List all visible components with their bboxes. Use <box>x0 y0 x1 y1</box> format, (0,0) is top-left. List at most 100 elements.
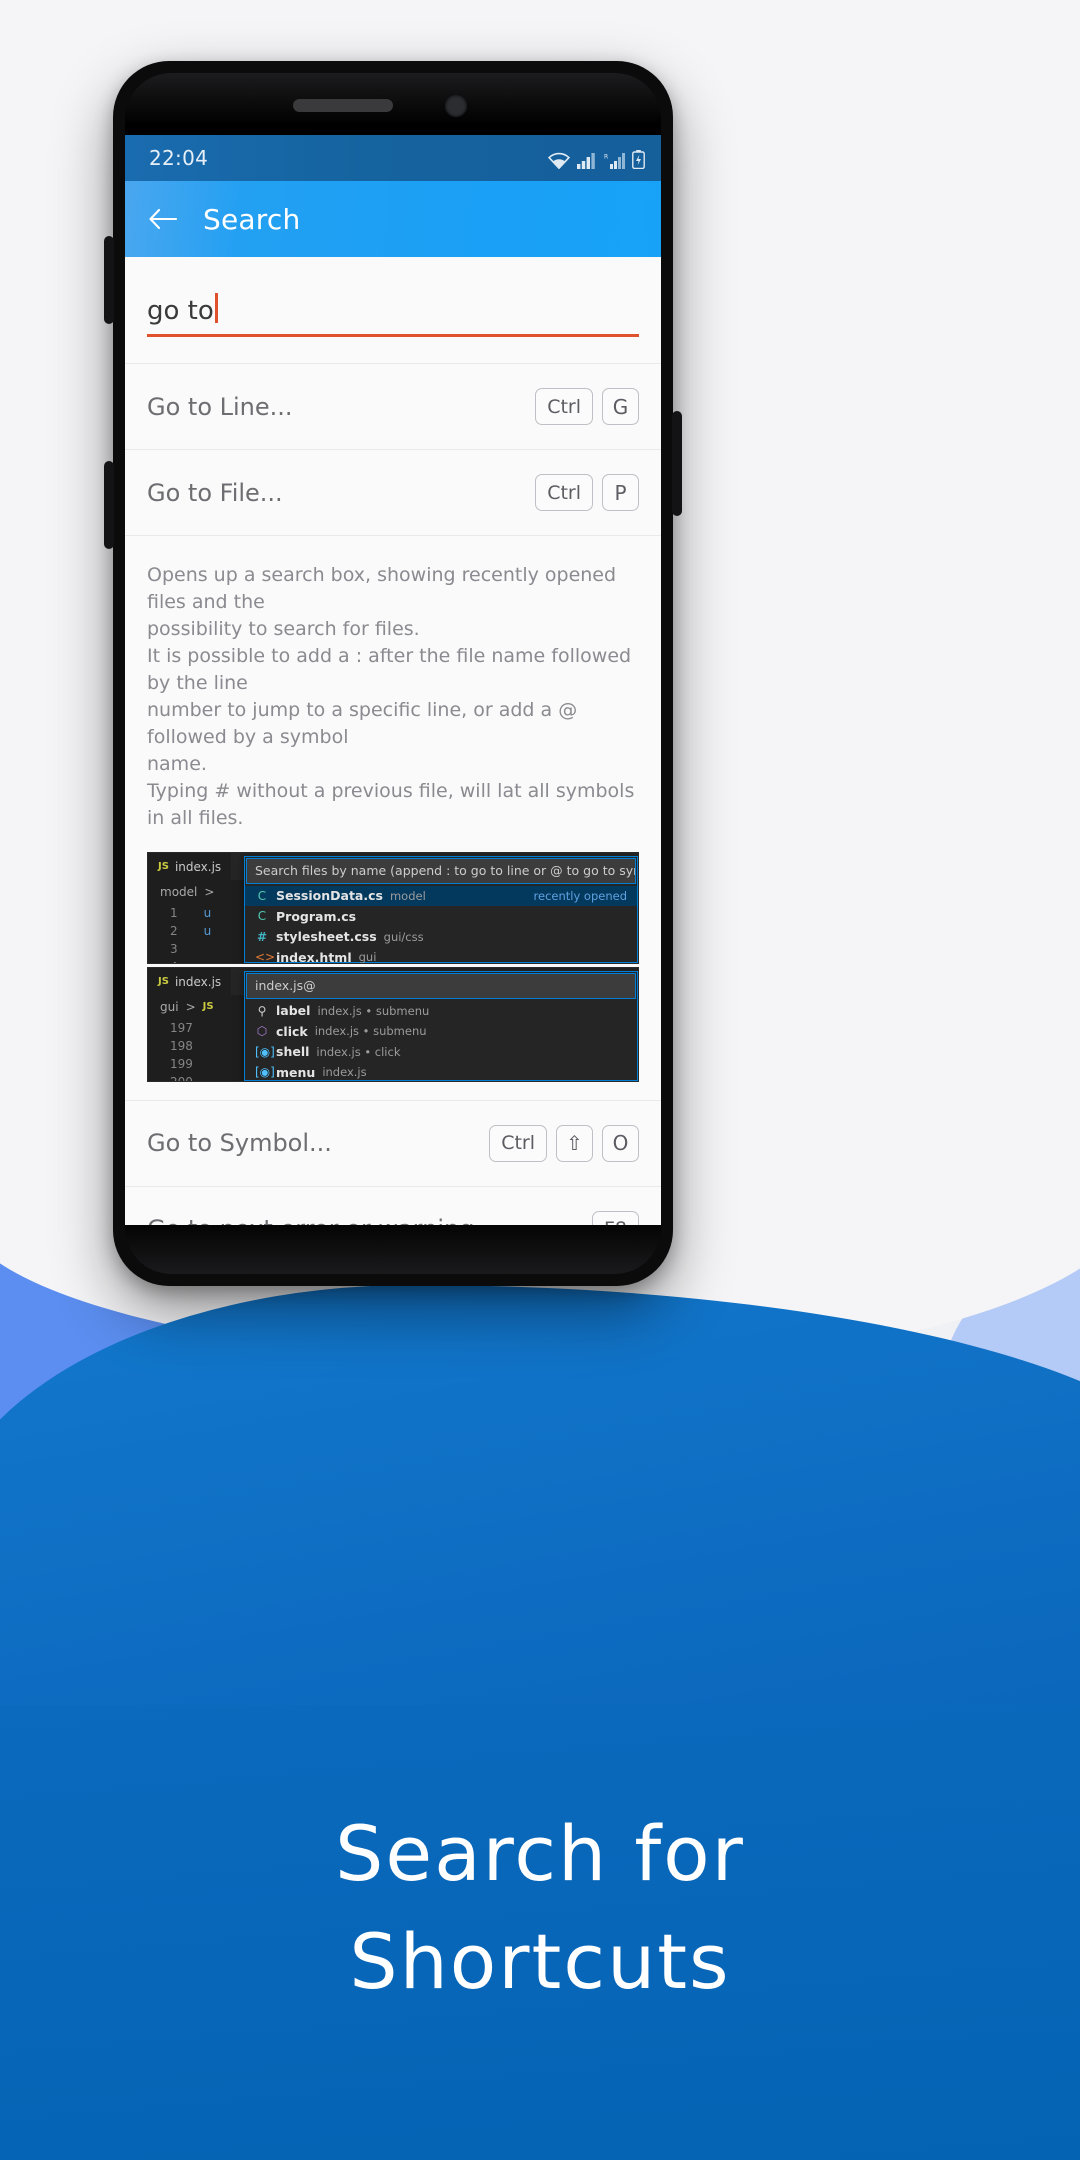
text-caret <box>214 293 218 323</box>
js-file-icon: JS <box>158 976 169 988</box>
shortcut-keys: Ctrl G <box>535 388 639 425</box>
search-input[interactable]: go to <box>147 289 639 337</box>
power-button[interactable] <box>672 411 682 516</box>
cube-symbol-icon: ⬡ <box>256 1024 268 1039</box>
shortcut-keys: F8 <box>591 1210 639 1225</box>
list-item[interactable]: Go to Symbol... Ctrl ⇧ O <box>125 1099 661 1186</box>
battery-icon <box>632 150 645 169</box>
volume-up-button[interactable] <box>104 236 114 324</box>
result-name: shell <box>276 1044 310 1060</box>
css-file-icon: # <box>256 929 268 944</box>
vscode-quickopen-symbol-screenshot: JS index.js gui > JS 197 198 199 200 ind… <box>147 966 639 1082</box>
shortcut-list: Go to Line... Ctrl G Go to File... Ctrl … <box>125 363 661 1225</box>
result-name: index.html <box>276 949 352 964</box>
js-file-icon: JS <box>158 861 169 873</box>
status-bar: 22:04 R <box>125 135 661 181</box>
search-input-value: go to <box>147 296 214 326</box>
phone-mockup: 22:04 R Search go to Go to Line... Ctrl … <box>104 61 682 1286</box>
result-meta: gui/css <box>383 929 424 944</box>
key-badge: Ctrl <box>489 1124 547 1162</box>
csharp-file-icon: C <box>257 888 267 903</box>
wifi-icon <box>548 152 570 169</box>
list-item[interactable]: Go to next error or warning F8 <box>125 1185 661 1225</box>
shortcut-keys: Ctrl ⇧ O <box>489 1124 639 1162</box>
vscode-tab: JS index.js <box>148 852 232 880</box>
line-number: 2 <box>170 923 178 938</box>
shortcut-label: Go to next error or warning <box>147 1215 474 1225</box>
code-token: u <box>203 923 212 938</box>
svg-text:R: R <box>604 154 608 161</box>
line-number: 199 <box>170 1056 193 1071</box>
method-symbol-icon: [◉] <box>255 1044 275 1059</box>
description-line: Opens up a search box, showing recently … <box>147 564 617 613</box>
quick-open-input[interactable]: index.js@ <box>246 972 636 999</box>
vscode-tab: JS index.js <box>148 967 232 995</box>
vscode-tab-name: index.js <box>174 859 222 874</box>
result-name: click <box>276 1023 308 1039</box>
quick-open-item[interactable]: [◉] shell index.js • click <box>245 1042 637 1063</box>
result-name: Program.cs <box>276 908 357 924</box>
result-name: label <box>276 1003 311 1019</box>
quick-open-panel: index.js@ ⚲ label index.js • submenu ⬡ c… <box>244 970 638 1081</box>
headline-line-1: Search for <box>335 1809 745 1898</box>
key-badge: Ctrl <box>535 474 593 511</box>
phone-screen-bezel: 22:04 R Search go to Go to Line... Ctrl … <box>125 73 661 1274</box>
breadcrumb-segment: model <box>160 884 198 899</box>
page-title: Search <box>203 202 301 236</box>
chevron-right-icon: > <box>185 999 196 1014</box>
line-number: 198 <box>170 1038 193 1053</box>
quick-open-results: C SessionData.cs model recently opened C… <box>245 885 637 964</box>
description-line: name. <box>147 752 207 775</box>
arrow-left-icon[interactable] <box>147 207 177 231</box>
wrench-symbol-icon: ⚲ <box>257 1003 267 1018</box>
earpiece-speaker <box>293 99 393 112</box>
quick-open-results: ⚲ label index.js • submenu ⬡ click index… <box>245 1000 637 1081</box>
result-badge: recently opened <box>533 888 627 903</box>
app-bar: Search <box>125 181 661 257</box>
sim-signal-icon: R <box>604 153 625 169</box>
code-token: u <box>203 905 212 920</box>
line-number: 200 <box>170 1074 193 1082</box>
csharp-file-icon: C <box>257 909 267 924</box>
description-line: possibility to search for files. <box>147 617 420 640</box>
quick-open-input[interactable]: Search files by name (append : to go to … <box>246 857 636 884</box>
html-file-icon: <> <box>255 950 276 964</box>
shortcut-label: Go to File... <box>147 478 283 507</box>
breadcrumb-segment: gui <box>160 999 179 1014</box>
key-badge: G <box>602 388 639 425</box>
search-spacer <box>125 337 661 363</box>
description-line: number to jump to a specific line, or ad… <box>147 698 578 748</box>
status-icons: R <box>548 147 645 169</box>
quick-open-item[interactable]: <> index.html gui <box>245 947 637 964</box>
search-field-container: go to <box>125 257 661 337</box>
list-item[interactable]: Go to File... Ctrl P <box>125 449 661 535</box>
result-meta: gui <box>358 950 377 964</box>
quick-open-item[interactable]: ⚲ label index.js • submenu <box>245 1001 637 1022</box>
background-wave-dark <box>0 1285 1080 1705</box>
line-number: 4 <box>170 958 178 963</box>
result-meta: index.js • click <box>316 1044 401 1059</box>
chevron-right-icon: > <box>204 884 215 899</box>
description-line: Typing # without a previous file, will l… <box>147 779 635 829</box>
description-screenshots: JS index.js model > 1 u 2 u 3 4 n <box>125 845 661 1100</box>
key-badge: O <box>602 1124 639 1162</box>
description-line: It is possible to add a : after the file… <box>147 644 632 694</box>
quick-open-item[interactable]: C SessionData.cs model recently opened <box>245 885 637 907</box>
result-meta: model <box>389 888 426 903</box>
front-camera-icon <box>445 95 467 117</box>
line-number: 3 <box>170 941 178 956</box>
quick-open-item[interactable]: [◉] menu index.js <box>245 1062 637 1081</box>
quick-open-item[interactable]: ⬡ click index.js • submenu <box>245 1021 637 1042</box>
line-number: 197 <box>170 1020 193 1035</box>
js-file-icon: JS <box>202 1001 214 1013</box>
shortcut-keys: Ctrl P <box>535 474 639 511</box>
volume-down-button[interactable] <box>104 461 114 549</box>
result-meta: index.js • submenu <box>314 1024 427 1039</box>
list-item[interactable]: Go to Line... Ctrl G <box>125 363 661 449</box>
quick-open-item[interactable]: C Program.cs <box>245 906 637 927</box>
shortcut-label: Go to Symbol... <box>147 1129 332 1158</box>
result-name: menu <box>276 1064 316 1080</box>
quick-open-item[interactable]: # stylesheet.css gui/css <box>245 927 637 948</box>
quick-open-panel: Search files by name (append : to go to … <box>244 855 638 964</box>
key-badge: F8 <box>591 1210 639 1225</box>
